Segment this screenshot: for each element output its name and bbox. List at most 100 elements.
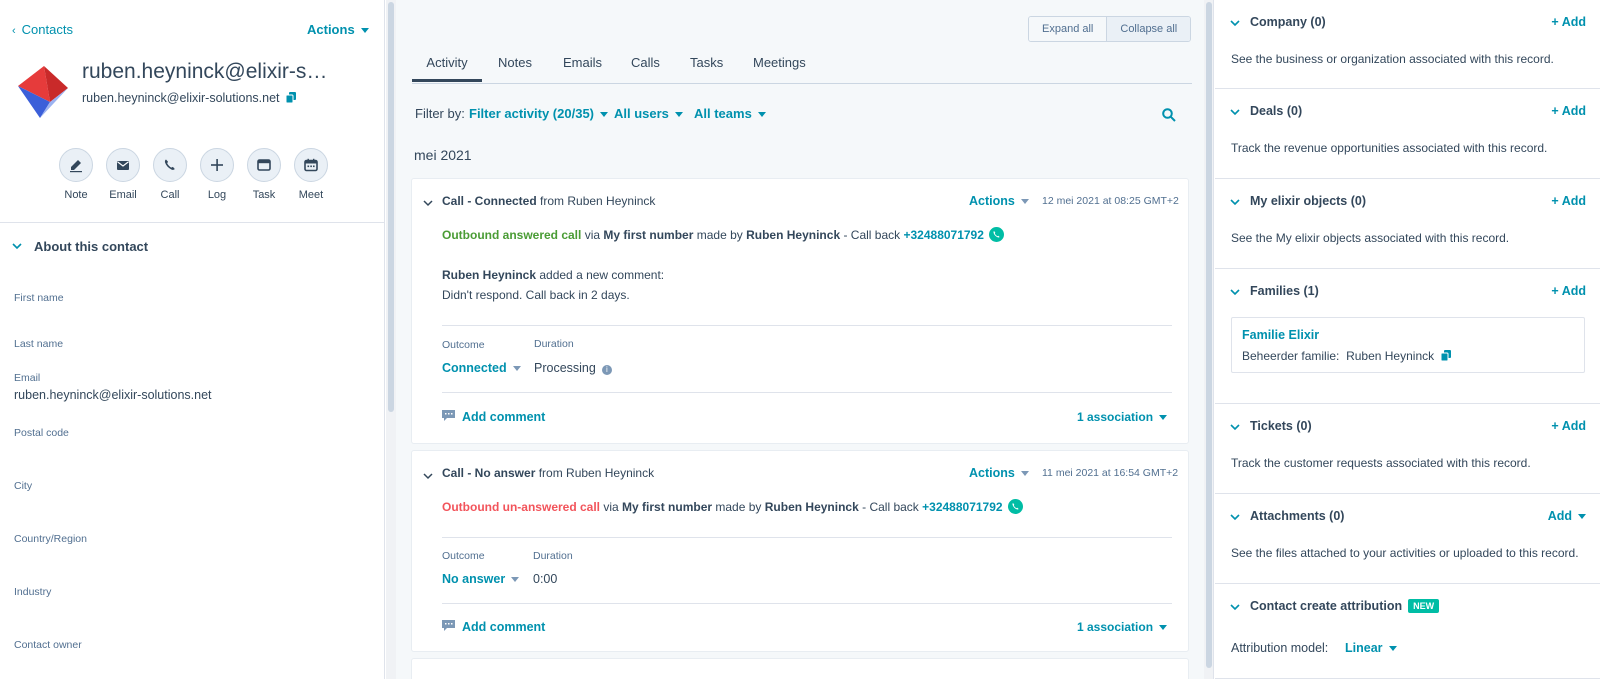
expand-all-button[interactable]: Expand all <box>1029 17 1107 41</box>
email-quick-action[interactable]: Email <box>99 148 147 201</box>
attribution-model-dropdown[interactable]: Linear <box>1345 641 1397 655</box>
chevron-down-icon[interactable] <box>1230 422 1240 432</box>
middle-scrollbar[interactable] <box>1204 0 1214 679</box>
add-tickets-button[interactable]: + Add <box>1551 419 1586 433</box>
log-quick-action[interactable]: Log <box>193 148 241 201</box>
chevron-down-icon[interactable] <box>1230 107 1240 117</box>
property-label: First name <box>14 292 64 304</box>
section-title[interactable]: My elixir objects (0) <box>1250 194 1366 208</box>
card-title: Call - No answer from Ruben Heyninck <box>442 466 655 480</box>
call-quick-action[interactable]: Call <box>146 148 194 201</box>
chevron-down-icon[interactable] <box>1230 18 1240 28</box>
tab-tasks[interactable]: Tasks <box>690 55 723 70</box>
task-icon[interactable] <box>247 148 281 182</box>
section-deals: Deals (0) + Add Track the revenue opportun… <box>1215 89 1600 179</box>
card-actions-dropdown[interactable]: Actions <box>969 466 1029 480</box>
property-value[interactable]: ruben.heyninck@elixir-solutions.net <box>14 388 212 402</box>
back-to-contacts-link[interactable]: ‹ Contacts <box>12 22 73 37</box>
outcome-dropdown[interactable]: No answer <box>442 572 520 586</box>
section-title[interactable]: Contact create attribution NEW <box>1250 599 1440 613</box>
chevron-down-icon[interactable] <box>423 471 433 481</box>
about-contact-toggle[interactable]: About this contact <box>12 239 148 254</box>
task-quick-action[interactable]: Task <box>240 148 288 201</box>
activity-tabs: Activity Notes Emails Calls Tasks Meetings <box>412 50 1192 84</box>
quick-action-label: Call <box>160 189 180 201</box>
caret-down-icon <box>360 28 369 34</box>
comment-header: Ruben Heyninck added a new comment: <box>442 268 665 282</box>
call-activity-card: Call - Connected from Ruben Heyninck Act… <box>412 179 1188 443</box>
edit-icon[interactable] <box>59 148 93 182</box>
phone-icon[interactable] <box>988 227 1004 242</box>
add-comment-button[interactable]: Add comment <box>442 620 545 634</box>
phone-icon[interactable] <box>153 148 187 182</box>
phone-icon[interactable] <box>1007 499 1023 514</box>
chevron-left-icon: ‹ <box>12 25 16 37</box>
add-attachments-button[interactable]: Add <box>1548 509 1586 523</box>
card-actions-dropdown[interactable]: Actions <box>969 194 1029 208</box>
search-icon[interactable] <box>1162 108 1176 122</box>
plus-icon[interactable] <box>200 148 234 182</box>
add-comment-button[interactable]: Add comment <box>442 410 545 424</box>
caret-down-icon <box>512 366 521 372</box>
copy-icon[interactable] <box>285 92 296 103</box>
left-scrollbar[interactable] <box>386 0 396 679</box>
chevron-down-icon[interactable] <box>1230 512 1240 522</box>
property-label: Postal code <box>14 427 69 439</box>
tab-calls[interactable]: Calls <box>631 55 660 70</box>
filter-activity-dropdown[interactable]: Filter activity (20/35) <box>469 106 608 121</box>
tab-activity[interactable]: Activity <box>412 55 482 82</box>
association-dropdown[interactable]: 1 association <box>1077 410 1168 424</box>
filter-by-label: Filter by: <box>415 106 465 121</box>
chevron-down-icon[interactable] <box>423 198 433 208</box>
add-families-button[interactable]: + Add <box>1551 284 1586 298</box>
family-card: Familie Elixir Beheerder familie: Ruben H… <box>1231 317 1585 373</box>
email-icon[interactable] <box>106 148 140 182</box>
contact-actions-dropdown[interactable]: Actions <box>307 22 369 37</box>
copy-icon[interactable] <box>1441 350 1452 361</box>
call-activity-card: Call - No answer from Ruben Heyninck Act… <box>412 451 1188 651</box>
family-manager: Beheerder familie: Ruben Heyninck <box>1242 349 1452 363</box>
caret-down-icon <box>511 577 520 583</box>
section-title[interactable]: Company (0) <box>1250 15 1326 29</box>
add-deals-button[interactable]: + Add <box>1551 104 1586 118</box>
all-teams-dropdown[interactable]: All teams <box>694 106 766 121</box>
company-logo-avatar <box>14 58 70 122</box>
section-title[interactable]: Attachments (0) <box>1250 509 1344 523</box>
chevron-down-icon[interactable] <box>1230 197 1240 207</box>
calendar-icon[interactable] <box>294 148 328 182</box>
contact-sidebar: ‹ Contacts Actions ruben.heyninck@elixir-… <box>0 0 385 679</box>
info-icon[interactable]: i <box>601 365 612 375</box>
add-company-button[interactable]: + Add <box>1551 15 1586 29</box>
phone-link[interactable]: +32488071792 <box>903 228 983 242</box>
section-description: Track the customer requests associated w… <box>1231 456 1531 470</box>
property-label: Last name <box>14 338 64 350</box>
all-users-dropdown[interactable]: All users <box>614 106 683 121</box>
call-summary: Outbound answered call via My first numb… <box>442 227 1004 242</box>
property-label: City <box>14 480 33 492</box>
family-link[interactable]: Familie Elixir <box>1242 328 1319 342</box>
collapse-all-button[interactable]: Collapse all <box>1106 17 1191 41</box>
chevron-down-icon[interactable] <box>1230 602 1240 612</box>
tab-emails[interactable]: Emails <box>563 55 602 70</box>
phone-link[interactable]: +32488071792 <box>922 500 1002 514</box>
divider <box>442 392 1172 393</box>
section-title[interactable]: Tickets (0) <box>1250 419 1312 433</box>
tab-notes[interactable]: Notes <box>498 55 532 70</box>
section-company: Company (0) + Add See the business or orga… <box>1215 0 1600 89</box>
caret-down-icon <box>1159 415 1168 421</box>
association-dropdown[interactable]: 1 association <box>1077 620 1168 634</box>
comment-icon <box>442 410 455 422</box>
section-title[interactable]: Families (1) <box>1250 284 1319 298</box>
tab-meetings[interactable]: Meetings <box>753 55 806 70</box>
meet-quick-action[interactable]: Meet <box>287 148 335 201</box>
section-title[interactable]: Deals (0) <box>1250 104 1302 118</box>
add-my-elixir-objects-button[interactable]: + Add <box>1551 194 1586 208</box>
property-label: Contact owner <box>14 639 82 651</box>
chevron-down-icon[interactable] <box>1230 287 1240 297</box>
expand-collapse-group: Expand all Collapse all <box>1028 16 1192 42</box>
note-quick-action[interactable]: Note <box>52 148 100 201</box>
section-my-elixir-objects: My elixir objects (0) + Add See the My eli… <box>1215 179 1600 269</box>
quick-action-label: Email <box>109 189 137 201</box>
outcome-dropdown[interactable]: Connected <box>442 361 521 375</box>
section-families: Families (1) + Add Familie Elixir Beheerder… <box>1215 269 1600 404</box>
